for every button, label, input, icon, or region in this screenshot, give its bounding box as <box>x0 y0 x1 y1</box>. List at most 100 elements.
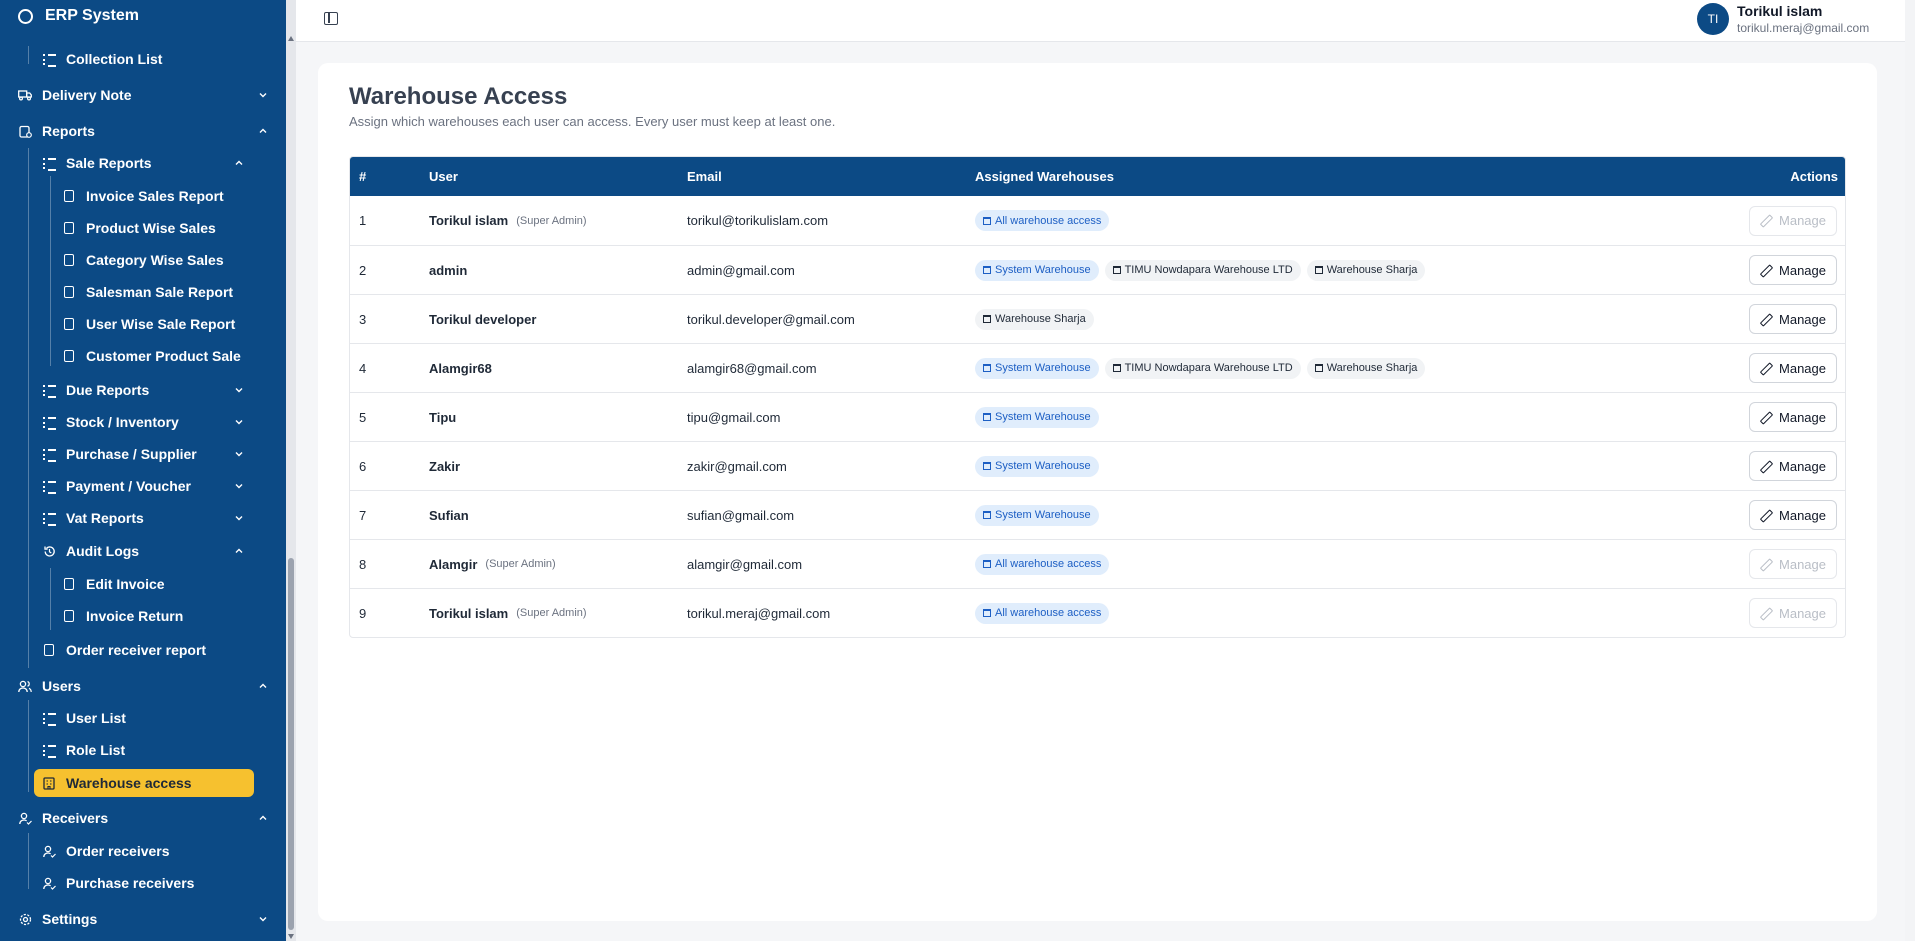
sidebar-item-edit-invoice[interactable]: Edit Invoice <box>62 571 244 597</box>
brand[interactable]: ERP System <box>18 6 139 26</box>
role-badge: (Super Admin) <box>516 607 587 619</box>
user-name-cell: Zakir <box>429 458 461 474</box>
warehouse-chip-label: All warehouse access <box>995 214 1102 227</box>
sidebar-item-users[interactable]: Users <box>18 673 268 699</box>
manage-button[interactable]: Manage <box>1749 353 1837 383</box>
sidebar-scroll-thumb[interactable] <box>288 558 294 930</box>
row-email: alamgir@gmail.com <box>687 556 803 572</box>
sidebar-item-role-list[interactable]: Role List <box>42 737 244 763</box>
page-subtitle: Assign which warehouses each user can ac… <box>349 114 836 129</box>
warehouse-chip-label: TIMU Nowdapara Warehouse LTD <box>1124 362 1293 374</box>
nav-guide <box>28 148 29 668</box>
sidebar-item-sale-reports[interactable]: Sale Reports <box>42 150 244 176</box>
warehouse-chip: System Warehouse <box>975 504 1099 526</box>
row-user: Tipu <box>429 410 687 425</box>
list-icon <box>42 448 56 462</box>
nav-guide <box>28 833 29 889</box>
chevron-down-icon <box>235 516 243 521</box>
table-row: 2 admin admin@gmail.com System Warehouse TIM… <box>350 245 1845 294</box>
sidebar-item-due-reports[interactable]: Due Reports <box>42 377 244 403</box>
sidebar-item-order-receiver-report[interactable]: Order receiver report <box>42 637 244 663</box>
user-check-icon <box>42 876 56 890</box>
building-icon <box>42 776 56 790</box>
table-row: 4 Alamgir68 alamgir68@gmail.com System Ware… <box>350 343 1845 392</box>
manage-button[interactable]: Manage <box>1749 451 1837 481</box>
pencil-icon <box>1760 608 1771 619</box>
chevron-up-icon <box>259 815 267 820</box>
sidebar-item-invoice-return[interactable]: Invoice Return <box>62 603 244 629</box>
user-name-cell: Torikul developer <box>429 311 537 327</box>
list-icon <box>42 712 56 726</box>
warehouse-chip-label: Warehouse Sharja <box>995 313 1086 325</box>
sidebar-item-warehouse-access[interactable]: Warehouse access <box>34 769 254 797</box>
sidebar-item-customer-product-sale[interactable]: Customer Product Sale <box>62 343 244 369</box>
row-warehouses: All warehouse access <box>975 602 1740 624</box>
sidebar-item-product-wise-sales[interactable]: Product Wise Sales <box>62 215 244 241</box>
chevron-down-icon <box>235 484 243 489</box>
list-icon <box>42 744 56 758</box>
warehouse-icon <box>1112 266 1121 274</box>
row-email: alamgir68@gmail.com <box>687 360 817 376</box>
row-user: Alamgir (Super Admin) <box>429 557 687 572</box>
user-name-cell: Alamgir68 <box>429 360 492 376</box>
warehouse-chip: System Warehouse <box>975 406 1099 428</box>
sidebar-item-reports[interactable]: Reports <box>18 118 268 144</box>
sidebar-item-order-receivers[interactable]: Order receivers <box>42 838 244 864</box>
row-number: 4 <box>359 360 367 376</box>
row-user: admin <box>429 263 687 278</box>
row-actions: Manage <box>1740 205 1845 236</box>
sidebar-item-purchase-receivers[interactable]: Purchase receivers <box>42 870 244 896</box>
sidebar-toggle-icon[interactable] <box>324 12 338 25</box>
manage-button-label: Manage <box>1779 409 1826 425</box>
sidebar-item-collection-list[interactable]: Collection List <box>42 46 244 72</box>
warehouse-chip: Warehouse Sharja <box>1306 357 1426 379</box>
sidebar-item-invoice-sales-report[interactable]: Invoice Sales Report <box>62 183 244 209</box>
list-icon <box>42 512 56 526</box>
warehouse-icon <box>983 266 991 274</box>
chevron-down-icon <box>235 420 243 425</box>
list-icon <box>42 53 56 67</box>
warehouse-chip-label: System Warehouse <box>995 411 1091 423</box>
sidebar: ERP System Collection List Delivery Note… <box>0 0 296 941</box>
table-row: 8 Alamgir (Super Admin) alamgir@gmail.com Al… <box>350 539 1845 588</box>
list-icon <box>42 384 56 398</box>
page-scrollbar[interactable] <box>1905 0 1915 941</box>
sidebar-item-user-list[interactable]: User List <box>42 705 244 731</box>
sidebar-item-category-wise-sales[interactable]: Category Wise Sales <box>62 247 244 273</box>
document-icon <box>64 318 74 330</box>
row-user: Alamgir68 <box>429 361 687 376</box>
sidebar-item-purchase-supplier[interactable]: Purchase / Supplier <box>42 441 244 467</box>
manage-button[interactable]: Manage <box>1749 304 1837 334</box>
sidebar-item-settings[interactable]: Settings <box>18 906 268 932</box>
manage-button-label: Manage <box>1779 360 1826 376</box>
row-actions: Manage <box>1740 451 1845 481</box>
sidebar-item-audit-logs[interactable]: Audit Logs <box>42 538 244 564</box>
warehouse-chip-label: Warehouse Sharja <box>1326 362 1418 374</box>
chevron-up-icon <box>259 128 267 133</box>
row-actions: Manage <box>1740 549 1845 579</box>
sidebar-item-salesman-sale-report[interactable]: Salesman Sale Report <box>62 279 244 305</box>
sidebar-item-delivery-note[interactable]: Delivery Note <box>18 82 268 108</box>
chevron-down-icon <box>235 388 243 393</box>
user-email: torikul.meraj@gmail.com <box>1737 21 1870 35</box>
row-user: Sufian <box>429 508 687 523</box>
document-icon <box>64 254 74 266</box>
row-actions: Manage <box>1740 598 1845 628</box>
sidebar-item-vat-reports[interactable]: Vat Reports <box>42 505 244 531</box>
manage-button[interactable]: Manage <box>1749 255 1837 285</box>
truck-icon <box>18 88 32 102</box>
manage-button-label: Manage <box>1779 311 1826 327</box>
row-warehouses: All warehouse access <box>975 210 1740 231</box>
sidebar-item-user-wise-sale-report[interactable]: User Wise Sale Report <box>62 311 244 337</box>
manage-button[interactable]: Manage <box>1749 500 1837 530</box>
user-name: Torikul islam <box>1737 3 1823 19</box>
sidebar-scrollbar[interactable] <box>286 0 296 941</box>
row-actions: Manage <box>1740 402 1845 432</box>
sidebar-item-payment-voucher[interactable]: Payment / Voucher <box>42 473 244 499</box>
avatar[interactable]: TI <box>1697 3 1729 35</box>
sidebar-item-stock-inventory[interactable]: Stock / Inventory <box>42 409 244 435</box>
sidebar-item-receivers[interactable]: Receivers <box>18 805 268 831</box>
manage-button[interactable]: Manage <box>1749 402 1837 432</box>
row-warehouses: System Warehouse <box>975 455 1740 477</box>
row-email: torikul.developer@gmail.com <box>687 311 855 327</box>
